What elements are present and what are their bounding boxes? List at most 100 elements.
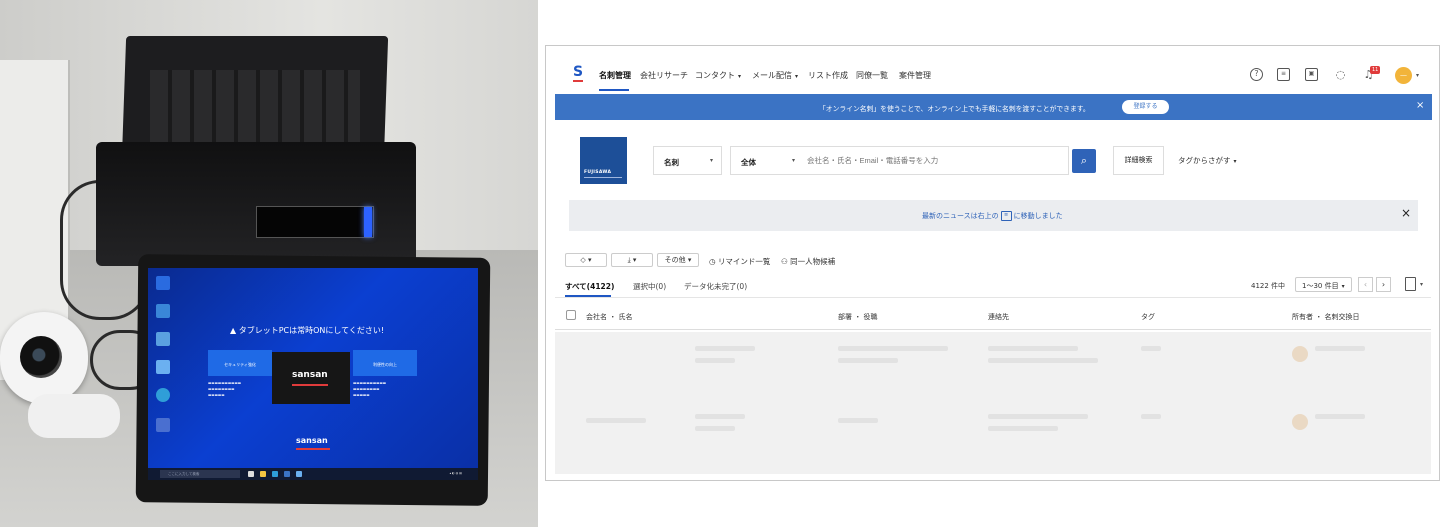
- organization-name: FUJISAWA: [584, 170, 612, 175]
- convenience-card: 利便性の向上: [353, 350, 417, 376]
- taskbar-tray: ▴ ◐ ◍ ▤: [449, 471, 462, 475]
- scope-select[interactable]: 全体 ▾: [730, 146, 803, 175]
- search-icon: ⌕: [1080, 154, 1088, 167]
- chevron-down-icon[interactable]: ▾: [1420, 281, 1423, 288]
- news-icon: ≡: [1000, 211, 1012, 221]
- chevron-down-icon: ▾: [1341, 283, 1345, 290]
- tag-action-button[interactable]: ◇ ▾: [565, 253, 607, 267]
- card-icon[interactable]: ▣: [1305, 68, 1318, 81]
- tabs-divider: [555, 297, 1431, 298]
- convenience-description: ▬▬▬▬▬▬▬▬▬▬ ▬▬▬▬▬▬▬▬ ▬▬▬▬▬: [353, 381, 387, 397]
- security-card: セキュリティ強化: [208, 350, 272, 376]
- help-icon[interactable]: ?: [1250, 68, 1263, 81]
- taskbar-icon: [260, 471, 266, 477]
- column-owner-date[interactable]: 所有者 ・ 名刺交換日: [1292, 312, 1359, 322]
- camera-base: [28, 394, 120, 438]
- sansan-splash: sansan: [272, 352, 350, 404]
- sansan-splash-logo: sansan: [292, 370, 328, 380]
- sansan-red-bar: [292, 384, 328, 386]
- sansan-logo: sansan: [296, 436, 328, 445]
- prev-page-button[interactable]: ‹: [1358, 277, 1373, 292]
- nav-company-research[interactable]: 会社リサーチ: [640, 70, 688, 81]
- office-photo: ▲ タブレットPCは常時ONにしてください! セキュリティ強化 利便性の向上 s…: [0, 0, 538, 527]
- edge-icon: [156, 388, 170, 402]
- table-header: 会社名 ・ 氏名 部署 ・ 役職 連絡先 タグ 所有者 ・ 名刺交換日: [555, 302, 1431, 330]
- news-icon[interactable]: ≡: [1277, 68, 1290, 81]
- tablet-screen: ▲ タブレットPCは常時ONにしてください! セキュリティ強化 利便性の向上 s…: [148, 268, 478, 480]
- tab-unprocessed[interactable]: データ化未完了(0): [684, 281, 747, 292]
- news-notice: 最新のニュースは右上の ≡ に移動しました ×: [569, 200, 1418, 231]
- chevron-down-icon: ▾: [709, 157, 713, 164]
- scanner-panel: [256, 206, 374, 238]
- tablet-warning: ▲ タブレットPCは常時ONにしてください!: [230, 326, 385, 335]
- tab-selected[interactable]: 選択中(0): [633, 281, 666, 292]
- scanner-led: [364, 207, 372, 237]
- active-nav-indicator: [599, 89, 629, 91]
- category-select[interactable]: 名刺 ▾: [653, 146, 722, 175]
- tab-all[interactable]: すべて(4122): [565, 281, 614, 292]
- other-actions-button[interactable]: その他 ▾: [657, 253, 699, 267]
- advanced-search-button[interactable]: 詳細検索: [1113, 146, 1164, 175]
- top-navigation: S 名刺管理 会社リサーチ コンタクト ▾ メール配信 ▾ リスト作成 同僚一覧 案…: [546, 46, 1439, 93]
- taskbar-icon: [284, 471, 290, 477]
- download-button[interactable]: ⤓ ▾: [611, 253, 653, 267]
- page-range-select[interactable]: 1〜30 件目 ▾: [1295, 277, 1352, 292]
- sansan-logo-icon[interactable]: S: [573, 65, 585, 82]
- search-button[interactable]: ⌕: [1072, 149, 1096, 173]
- chevron-down-icon: ▾: [795, 73, 799, 80]
- chevron-down-icon: ▾: [738, 73, 742, 80]
- column-tag[interactable]: タグ: [1141, 312, 1155, 322]
- desktop-app-icon: [156, 276, 170, 290]
- news-notice-text: 最新のニュースは右上の ≡ に移動しました: [922, 211, 1063, 221]
- sansan-logo-bar: [296, 448, 330, 450]
- table-row: [555, 406, 1431, 474]
- online-card-banner: 「オンライン名刺」を使うことで、オンライン上でも手軽に名刺を渡すことができます。…: [555, 94, 1432, 120]
- reminder-list-link[interactable]: ◷ リマインド一覧: [709, 256, 770, 267]
- taskbar-icon: [296, 471, 302, 477]
- sansan-app-window: S 名刺管理 会社リサーチ コンタクト ▾ メール配信 ▾ リスト作成 同僚一覧 案…: [545, 45, 1440, 481]
- windows-taskbar: ここに入力して検索 ▴ ◐ ◍ ▤: [148, 468, 478, 480]
- banner-text: 「オンライン名刺」を使うことで、オンライン上でも手軽に名刺を渡すことができます。: [819, 105, 1090, 113]
- column-department[interactable]: 部署 ・ 役職: [838, 312, 877, 322]
- organization-logo: FUJISAWA: [580, 137, 627, 184]
- nav-contact[interactable]: コンタクト ▾: [695, 70, 741, 81]
- nav-card-management[interactable]: 名刺管理: [599, 70, 631, 81]
- desktop-app-icon: [156, 332, 170, 346]
- tag-search-dropdown[interactable]: タグからさがす ▾: [1178, 155, 1237, 166]
- security-description: ▬▬▬▬▬▬▬▬▬▬ ▬▬▬▬▬▬▬▬ ▬▬▬▬▬: [208, 381, 242, 397]
- same-person-link[interactable]: ⚇ 同一人物候補: [781, 256, 835, 267]
- nav-deal-management[interactable]: 案件管理: [899, 70, 931, 81]
- scanner-body: [96, 142, 416, 266]
- desktop-app-icon: [156, 304, 170, 318]
- search-input[interactable]: [795, 146, 1069, 175]
- desktop-app-icon: [156, 360, 170, 374]
- column-company-name[interactable]: 会社名 ・ 氏名: [586, 312, 632, 322]
- nav-colleagues[interactable]: 同僚一覧: [856, 70, 888, 81]
- camera-lens: [20, 336, 62, 378]
- taskbar-search: ここに入力して検索: [160, 470, 240, 478]
- column-contact[interactable]: 連絡先: [988, 312, 1009, 322]
- tag-icon: ◇: [580, 256, 586, 264]
- chevron-down-icon[interactable]: ▾: [1416, 72, 1419, 79]
- avatar[interactable]: —: [1395, 67, 1412, 84]
- desktop-app-icon: [156, 418, 170, 432]
- taskbar-icon: [272, 471, 278, 477]
- close-icon[interactable]: ×: [1416, 100, 1424, 111]
- taskbar-icon: [248, 471, 254, 477]
- chat-icon[interactable]: ◌: [1334, 68, 1347, 81]
- nav-list-creation[interactable]: リスト作成: [808, 70, 848, 81]
- nav-mail-delivery[interactable]: メール配信 ▾: [752, 70, 798, 81]
- view-toggle-icon[interactable]: [1405, 277, 1416, 291]
- select-all-checkbox[interactable]: [566, 310, 576, 320]
- result-count: 4122 件中: [1251, 282, 1286, 290]
- chevron-down-icon: ▾: [1233, 158, 1237, 165]
- person-search-icon: ⚇: [781, 257, 788, 266]
- close-icon[interactable]: ×: [1401, 206, 1411, 220]
- alarm-icon: ◷: [709, 257, 716, 266]
- blurred-table-body: [555, 332, 1431, 474]
- next-page-button[interactable]: ›: [1376, 277, 1391, 292]
- table-row: [555, 336, 1431, 406]
- download-icon: ⤓: [627, 256, 631, 264]
- register-button[interactable]: 登録する: [1122, 100, 1169, 114]
- notification-badge: 11: [1370, 66, 1381, 74]
